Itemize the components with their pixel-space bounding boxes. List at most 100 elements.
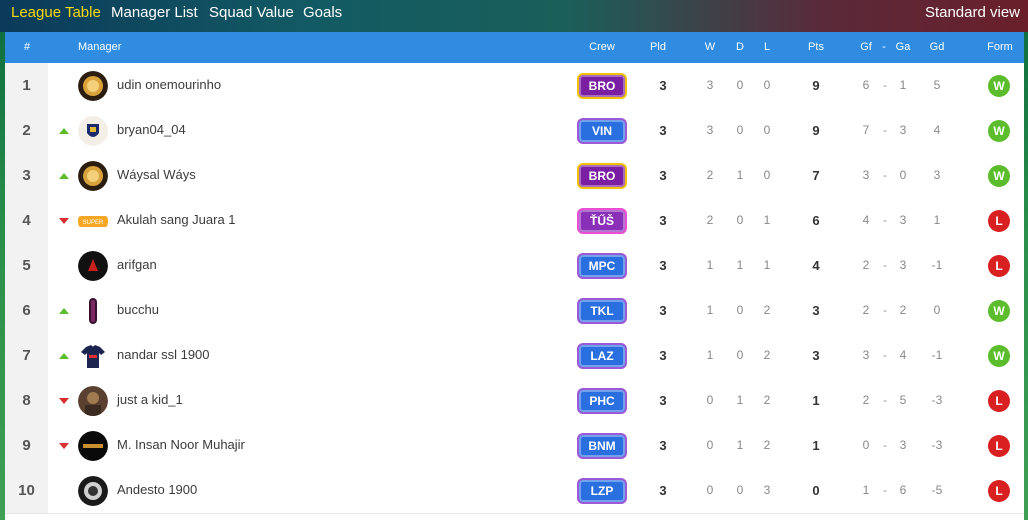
stat-gf: 2 [862,258,870,272]
header-pts: Pts [808,41,824,53]
rank-cell: 7 [5,333,48,378]
stat-gf: 1 [862,483,870,497]
stat-d: 1 [736,258,744,272]
stat-pts: 6 [812,213,820,228]
stat-l: 2 [763,348,771,362]
form-badge: L [988,255,1010,277]
stat-ga: 3 [899,258,907,272]
stat-d: 1 [736,168,744,182]
crew-badge[interactable]: VIN [577,118,627,144]
manager-name[interactable]: Akulah sang Juara 1 [117,212,236,227]
form-badge: L [988,210,1010,232]
table-row[interactable]: 5 arifgan MPC 3 1 1 1 4 2 3 -1 - L [5,243,1024,289]
tab-goals[interactable]: Goals [303,4,342,21]
crew-badge[interactable]: LZP [577,478,627,504]
stat-pld: 3 [659,438,667,453]
stat-gf: 4 [862,213,870,227]
stat-pld: 3 [659,78,667,93]
photo-avatar-icon[interactable] [78,386,108,416]
stat-ga: 4 [899,348,907,362]
table-row[interactable]: 10 Andesto 1900 LZP 3 0 0 3 0 1 6 -5 - L [5,468,1024,514]
crew-badge[interactable]: PHC [577,388,627,414]
stat-ga: 0 [899,168,907,182]
manager-name[interactable]: udin onemourinho [117,77,221,92]
crew-badge[interactable]: BRO [577,163,627,189]
table-row[interactable]: 3 Wáysal Wáys BRO 3 2 1 0 7 3 0 3- W [5,153,1024,199]
manager-name[interactable]: bryan04_04 [117,122,186,137]
shirt-icon[interactable] [78,341,108,371]
tab-squad-value[interactable]: Squad Value [209,4,294,21]
dark-logo-icon[interactable] [78,476,108,506]
text-logo-icon[interactable] [78,431,108,461]
stat-w: 2 [706,213,714,227]
super-tag-icon[interactable]: SUPER [78,206,108,236]
stat-d: 1 [736,438,744,452]
crew-badge[interactable]: MPC [577,253,627,279]
stat-pld: 3 [659,168,667,183]
rank-cell: 2 [5,108,48,153]
form-badge: L [988,390,1010,412]
bar-icon[interactable] [78,296,108,326]
stat-gd: -3 [931,393,943,407]
view-mode-toggle[interactable]: Standard view [925,4,1020,21]
top-navigation: League Table Manager List Squad Value Go… [0,0,1028,30]
manager-name[interactable]: nandar ssl 1900 [117,347,210,362]
stat-pld: 3 [659,348,667,363]
stat-w: 1 [706,348,714,362]
table-row[interactable]: 4 SUPER Akulah sang Juara 1 ŤŰŠ 3 2 0 1 6 4 3 1 - L [5,198,1024,244]
manager-name[interactable]: Andesto 1900 [117,482,197,497]
red-logo-icon[interactable] [78,251,108,281]
rank-down-arrow-icon [59,398,69,404]
form-badge: W [988,165,1010,187]
stat-pts: 1 [812,393,820,408]
stat-w: 3 [706,123,714,137]
stat-w: 0 [706,483,714,497]
rank-cell: 9 [5,423,48,468]
table-row[interactable]: 2 bryan04_04 VIN 3 3 0 0 9 7 3 4 - W [5,108,1024,154]
stat-gd: 0 [933,303,941,317]
manager-name[interactable]: bucchu [117,302,159,317]
manager-name[interactable]: just a kid_1 [117,392,183,407]
form-badge: L [988,480,1010,502]
stat-pld: 3 [659,483,667,498]
stat-pts: 7 [812,168,820,183]
gold-badge-icon[interactable] [78,71,108,101]
table-row[interactable]: 6 bucchu TKL 3 1 0 2 3 2 2 0 - W [5,288,1024,334]
stat-pld: 3 [659,213,667,228]
stat-gf: 0 [862,438,870,452]
crew-badge[interactable]: BRO [577,73,627,99]
stat-pts: 1 [812,438,820,453]
stat-gd: 3 [933,168,941,182]
rank-cell: 8 [5,378,48,423]
table-row[interactable]: 8 just a kid_1 PHC 3 0 1 2 1 2 5 -3 - L [5,378,1024,424]
table-row[interactable]: 1 udin onemourinho BRO 3 3 0 0 9 6 1 5 - W [5,63,1024,109]
table-row[interactable]: 7 nandar ssl 1900 LAZ 3 1 0 2 3 3 4 -1 - W [5,333,1024,379]
tab-manager-list[interactable]: Manager List [111,4,198,21]
stat-l: 1 [763,258,771,272]
gold-badge-icon[interactable] [78,161,108,191]
form-badge: L [988,435,1010,457]
crew-badge[interactable]: BNM [577,433,627,459]
stat-d: 0 [736,78,744,92]
stat-l: 2 [763,303,771,317]
header-l: L [763,41,771,53]
stat-l: 1 [763,213,771,227]
goals-separator: - [883,213,887,227]
stat-gd: 4 [933,123,941,137]
header-form: Form [987,41,1013,53]
crest-icon[interactable] [78,116,108,146]
stat-d: 0 [736,483,744,497]
manager-name[interactable]: Wáysal Wáys [117,167,196,182]
stat-pld: 3 [659,303,667,318]
goals-separator: - [883,483,887,497]
manager-name[interactable]: M. Insan Noor Muhajir [117,437,245,452]
header-ga: Ga [895,41,911,53]
crew-badge[interactable]: TKL [577,298,627,324]
crew-badge[interactable]: ŤŰŠ [577,208,627,234]
tab-league-table[interactable]: League Table [11,4,101,21]
stat-ga: 1 [899,78,907,92]
table-row[interactable]: 9 M. Insan Noor Muhajir BNM 3 0 1 2 1 0 3 -3 - L [5,423,1024,469]
crew-badge[interactable]: LAZ [577,343,627,369]
stat-d: 1 [736,393,744,407]
manager-name[interactable]: arifgan [117,257,157,272]
